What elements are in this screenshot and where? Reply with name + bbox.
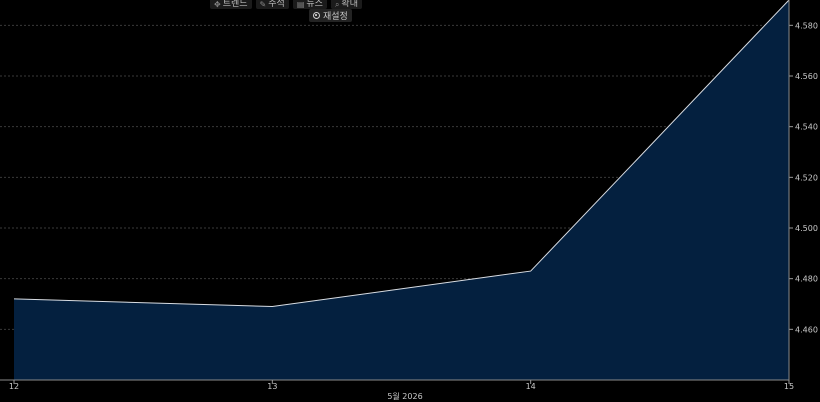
x-tick-label: 14 xyxy=(526,382,536,391)
area-fill xyxy=(14,0,789,380)
x-axis: 12 13 14 15 xyxy=(0,379,794,391)
y-tick-label: 4.500 xyxy=(795,224,818,233)
trend-label: 트렌드 xyxy=(222,0,248,9)
y-tick-label: 4.480 xyxy=(795,275,818,284)
y-axis: 4.460 4.480 4.500 4.520 4.540 4.560 4.580 xyxy=(788,0,818,380)
pencil-icon: ✎ xyxy=(259,0,267,9)
x-tick-label: 12 xyxy=(9,382,19,391)
y-tick-label: 4.580 xyxy=(795,21,818,30)
zoom-button[interactable]: ⌕ 확대 xyxy=(330,0,362,9)
y-tick-label: 4.560 xyxy=(795,72,818,81)
chart-toolbar: ✥ 트렌드 ✎ 주석 ▤ 뉴스 ⌕ 확대 xyxy=(210,0,362,9)
y-tick-label: 4.460 xyxy=(795,325,818,334)
zoom-icon: ⌕ xyxy=(334,0,340,9)
x-tick-label: 15 xyxy=(784,382,794,391)
x-tick-label: 13 xyxy=(267,382,277,391)
annotate-label: 주석 xyxy=(268,0,285,9)
y-tick-label: 4.540 xyxy=(795,123,818,132)
news-label: 뉴스 xyxy=(306,0,323,9)
area-chart: 4.460 4.480 4.500 4.520 4.540 4.560 4.580 12 13… xyxy=(0,0,818,401)
reset-button[interactable]: 재설정 xyxy=(309,9,352,22)
reset-icon xyxy=(313,12,320,19)
news-button[interactable]: ▤ 뉴스 xyxy=(292,0,327,9)
y-tick-label: 4.520 xyxy=(795,173,818,182)
news-icon: ▤ xyxy=(296,0,305,9)
move-icon: ✥ xyxy=(214,0,221,9)
annotate-button[interactable]: ✎ 주석 xyxy=(255,0,289,9)
area-series xyxy=(13,0,790,380)
zoom-label: 확대 xyxy=(341,0,358,9)
x-axis-title: 5월 2026 xyxy=(387,391,422,401)
trend-button[interactable]: ✥ 트렌드 xyxy=(210,0,252,9)
reset-label: 재설정 xyxy=(323,12,348,22)
